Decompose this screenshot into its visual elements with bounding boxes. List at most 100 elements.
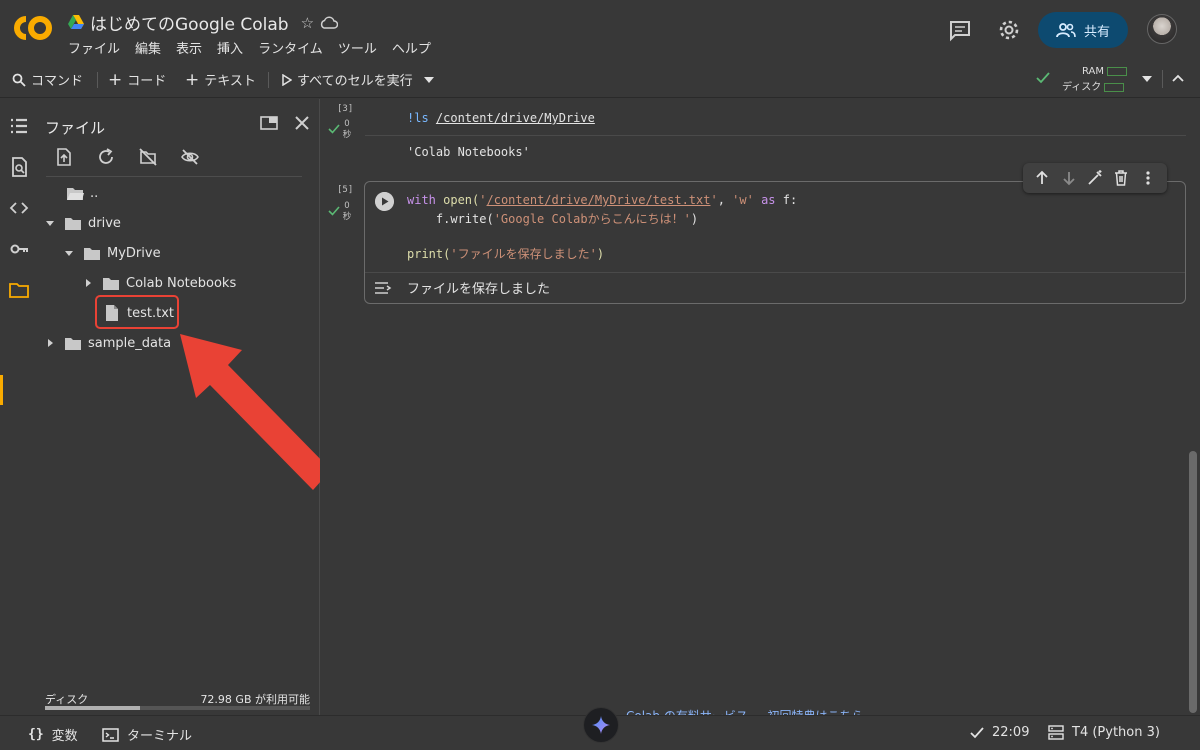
resource-monitor[interactable]: RAM ディスク (1062, 66, 1128, 93)
secrets-key-icon[interactable] (8, 238, 30, 260)
menu-view[interactable]: 表示 (176, 38, 202, 57)
file-icon (106, 305, 118, 321)
search-icon (12, 73, 26, 87)
cell-output: 'Colab Notebooks' (407, 145, 530, 159)
caret-down-icon[interactable] (63, 247, 75, 259)
braces-icon: {} (28, 727, 44, 742)
file-actions (54, 147, 200, 167)
run-cell-button[interactable] (375, 192, 394, 211)
comment-icon[interactable] (948, 18, 972, 42)
menu-help[interactable]: ヘルプ (392, 38, 431, 57)
add-code-button[interactable]: + コード (108, 70, 166, 89)
share-button[interactable]: 共有 (1038, 12, 1128, 48)
avatar[interactable] (1147, 14, 1177, 44)
chevron-up-icon[interactable] (1172, 74, 1184, 82)
execution-status[interactable]: 22:09 (970, 725, 1029, 740)
toolbar-divider (1162, 70, 1163, 88)
google-drive-icon[interactable] (68, 15, 84, 30)
promo-link[interactable]: Colab の有料サービス — 初回特典はこちら (626, 709, 886, 715)
side-rail (0, 99, 38, 715)
folder-icon[interactable] (8, 279, 30, 301)
more-vert-icon[interactable] (1139, 169, 1157, 187)
notebook-title[interactable]: はじめてのGoogle Colab (90, 10, 289, 35)
disk-usage-bar (1104, 82, 1125, 92)
variables-button[interactable]: {} 変数 (28, 725, 78, 744)
command-palette-button[interactable]: コマンド (12, 70, 83, 89)
annotation-arrow (180, 334, 331, 490)
settings-gear-icon[interactable] (997, 18, 1021, 42)
panel-title: ファイル (45, 119, 106, 137)
open-in-tab-icon[interactable] (259, 113, 279, 133)
arrow-down-icon[interactable] (1060, 169, 1078, 187)
menu-tools[interactable]: ツール (338, 38, 377, 57)
table-of-contents-icon[interactable] (8, 115, 30, 137)
check-icon (328, 124, 340, 134)
output-divider (365, 272, 1185, 273)
code-line-1[interactable]: with open('/content/drive/MyDrive/test.t… (407, 193, 797, 207)
notebook-area: [3] 0 秒 !ls /content/drive/MyDrive 'Cola… (320, 99, 1186, 715)
scrollbar[interactable] (1186, 99, 1200, 715)
colab-logo[interactable] (12, 14, 54, 42)
execution-count: [5] (337, 185, 354, 195)
gemini-button[interactable] (584, 708, 618, 742)
delete-icon[interactable] (1112, 169, 1130, 187)
star-icon[interactable]: ☆ (301, 14, 314, 32)
divider (46, 176, 302, 177)
menu-bar: ファイル 編集 表示 挿入 ランタイム ツール ヘルプ (68, 38, 446, 57)
find-replace-icon[interactable] (8, 156, 30, 178)
code-cell-focused[interactable]: with open('/content/drive/MyDrive/test.t… (364, 181, 1186, 304)
code-editor[interactable]: !ls /content/drive/MyDrive (407, 111, 595, 125)
people-icon (1056, 23, 1076, 38)
toolbar-divider (97, 72, 98, 88)
run-all-button[interactable]: すべてのセルを実行 (282, 70, 434, 89)
close-icon[interactable] (292, 113, 312, 133)
disk-status: ディスク 72.98 GB が利用可能 (45, 693, 310, 706)
refresh-icon[interactable] (96, 147, 116, 167)
caret-right-icon[interactable] (82, 277, 94, 289)
gemini-sparkle-icon (592, 716, 610, 734)
tree-item-colab-notebooks[interactable]: Colab Notebooks (82, 271, 236, 295)
caret-down-icon[interactable] (44, 217, 56, 229)
chevron-down-icon[interactable] (423, 76, 434, 83)
toolbar-divider (268, 72, 269, 88)
execution-count: [3] (337, 104, 354, 114)
execution-time: 0 秒 (342, 119, 352, 140)
unmount-drive-icon[interactable] (138, 147, 158, 167)
folder-icon (65, 337, 81, 350)
folder-icon (84, 247, 100, 260)
resource-dropdown-icon[interactable] (1142, 76, 1152, 82)
terminal-button[interactable]: ターミナル (102, 725, 192, 744)
code-snippets-icon[interactable] (8, 197, 30, 219)
menu-edit[interactable]: 編集 (135, 38, 161, 57)
upload-file-icon[interactable] (54, 147, 74, 167)
output-actions-icon[interactable] (374, 280, 394, 296)
menu-runtime[interactable]: ランタイム (258, 38, 323, 57)
menu-insert[interactable]: 挿入 (217, 38, 243, 57)
code-cell[interactable]: !ls /content/drive/MyDrive 'Colab Notebo… (365, 99, 1186, 170)
code-line-3[interactable]: print('ファイルを保存しました') (407, 245, 604, 262)
play-icon (282, 73, 292, 86)
menu-file[interactable]: ファイル (68, 38, 120, 57)
caret-right-icon[interactable] (44, 337, 56, 349)
tree-item-drive[interactable]: drive (44, 211, 121, 235)
folder-icon (103, 277, 119, 290)
cloud-sync-icon[interactable] (320, 16, 339, 30)
tree-item-mydrive[interactable]: MyDrive (63, 241, 161, 265)
runtime-info[interactable]: T4 (Python 3) (1048, 725, 1160, 740)
arrow-up-icon[interactable] (1033, 169, 1051, 187)
tree-item-parent[interactable]: .. (66, 181, 98, 205)
hidden-files-icon[interactable] (180, 147, 200, 167)
tree-item-test-txt[interactable]: test.txt (105, 301, 174, 325)
tree-item-sample-data[interactable]: sample_data (44, 331, 171, 355)
scrollbar-thumb[interactable] (1189, 451, 1197, 713)
code-line-2[interactable]: f.write('Google Colabからこんにちは！') (407, 210, 698, 227)
disk-usage-fill (45, 706, 141, 710)
add-text-button[interactable]: + テキスト (185, 70, 256, 89)
edit-magic-icon[interactable] (1086, 169, 1104, 187)
output-divider (365, 135, 1186, 136)
code-path-link[interactable]: /content/drive/MyDrive (436, 111, 595, 125)
connected-check-icon (1036, 72, 1050, 84)
notebook-toolbar: コマンド + コード + テキスト すべてのセルを実行 (0, 62, 1200, 98)
plus-icon: + (185, 69, 200, 90)
terminal-icon (102, 727, 119, 742)
